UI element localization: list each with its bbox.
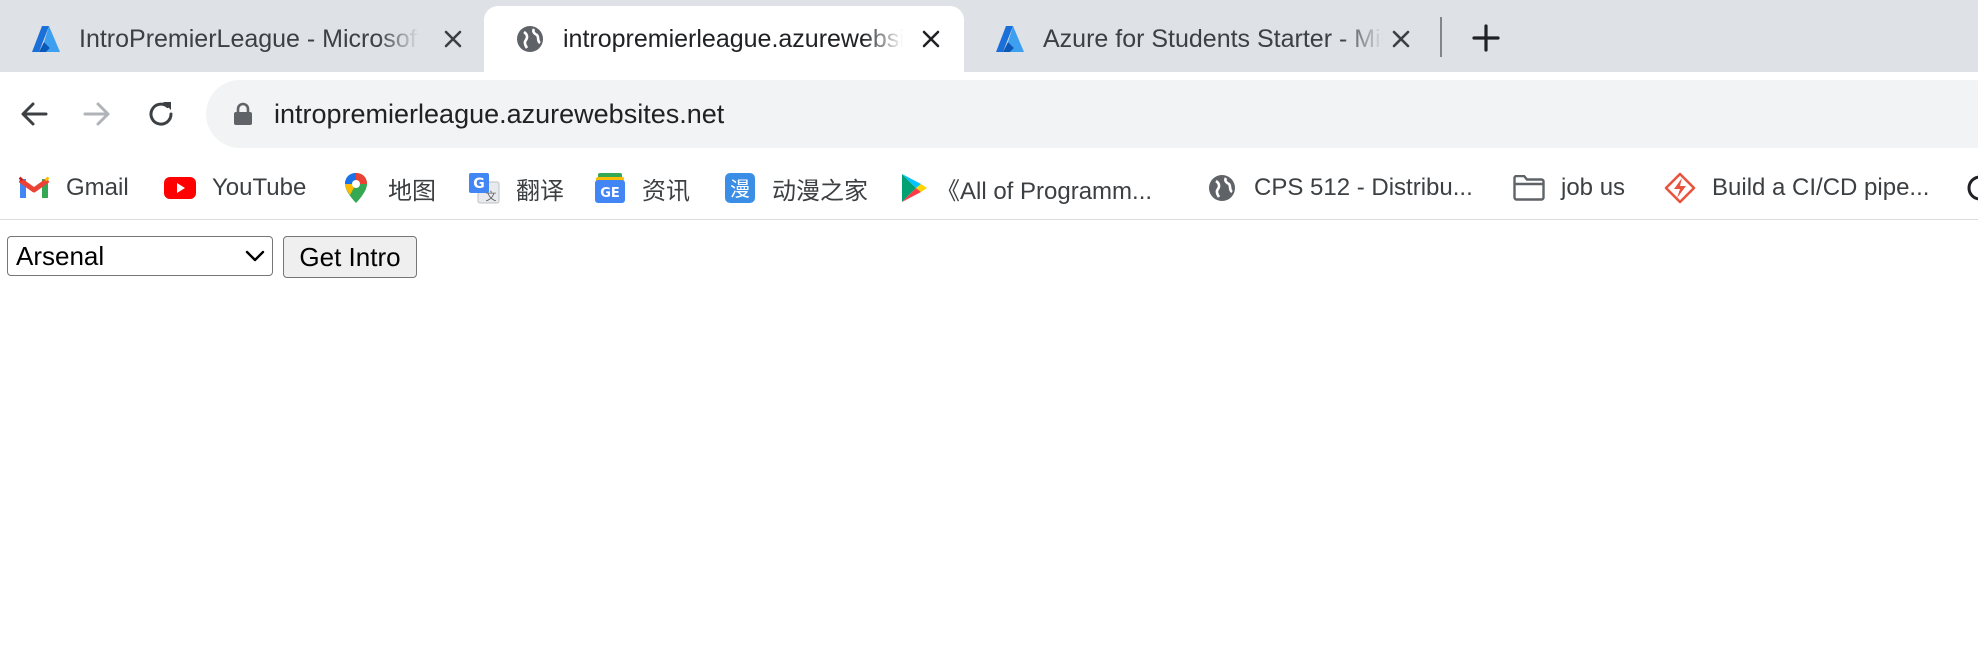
- folder-icon: [1513, 172, 1545, 204]
- get-intro-button[interactable]: Get Intro: [283, 236, 417, 278]
- team-select-value: Arsenal: [16, 241, 105, 271]
- bookmark-youtube[interactable]: YouTube: [164, 170, 306, 206]
- manga-icon: 漫: [724, 172, 756, 204]
- tab-title: Azure for Students Starter - Microsoft A…: [1043, 24, 1383, 53]
- close-tab-icon[interactable]: [916, 24, 946, 54]
- tab-title: IntroPremierLeague - Microsoft Azure: [79, 24, 419, 53]
- svg-text:漫: 漫: [730, 177, 750, 201]
- tab-azure-students[interactable]: Azure for Students Starter - Microsoft A…: [964, 6, 1440, 72]
- close-tab-icon[interactable]: [438, 24, 468, 54]
- play-store-icon: [898, 172, 930, 204]
- globe-icon: [1206, 172, 1238, 204]
- page-content: Arsenal Get Intro: [0, 220, 1978, 666]
- forward-button[interactable]: [77, 94, 117, 134]
- new-tab-button[interactable]: [1468, 20, 1504, 56]
- gmail-icon: [18, 172, 50, 204]
- tab-separator: [1440, 17, 1442, 57]
- lightning-icon: [1664, 172, 1696, 204]
- news-icon: GE: [594, 172, 626, 204]
- translate-icon: G 文: [468, 172, 500, 204]
- github-icon: [1964, 172, 1978, 204]
- bookmark-gmail[interactable]: Gmail: [18, 170, 129, 206]
- maps-pin-icon: [340, 172, 372, 204]
- bookmarks-bar: Gmail YouTube 地图 G 文 翻译 GE 资讯 漫 动漫之家 《Al…: [0, 156, 1978, 220]
- bookmark-cps-512[interactable]: CPS 512 - Distribu...: [1206, 170, 1473, 206]
- bookmark-maps[interactable]: 地图: [340, 170, 436, 206]
- svg-text:GE: GE: [600, 186, 620, 201]
- url-text[interactable]: intropremierleague.azurewebsites.net: [274, 80, 724, 148]
- arrow-right-icon: [83, 102, 110, 126]
- svg-text:文: 文: [486, 189, 497, 203]
- bookmark-news[interactable]: GE 资讯: [594, 170, 690, 206]
- bookmark-folder-job-us[interactable]: job us: [1513, 170, 1625, 206]
- team-select[interactable]: Arsenal: [7, 236, 273, 276]
- bookmark-all-of-programming[interactable]: 《All of Programm...: [898, 170, 1152, 206]
- tab-intropremierleague-azure[interactable]: IntroPremierLeague - Microsoft Azure: [0, 6, 484, 72]
- arrow-left-icon: [21, 102, 48, 126]
- bookmark-manga[interactable]: 漫 动漫之家: [724, 170, 868, 206]
- bookmark-translate[interactable]: G 文 翻译: [468, 170, 564, 206]
- svg-text:G: G: [473, 176, 485, 192]
- youtube-icon: [164, 172, 196, 204]
- globe-icon: [514, 23, 546, 55]
- address-bar[interactable]: intropremierleague.azurewebsites.net: [206, 80, 1978, 148]
- reload-button[interactable]: [141, 94, 181, 134]
- azure-icon: [30, 23, 62, 55]
- plus-icon: [1472, 24, 1500, 52]
- back-button[interactable]: [14, 94, 54, 134]
- browser-toolbar: intropremierleague.azurewebsites.net: [0, 72, 1978, 156]
- tab-intropremierleague-site[interactable]: intropremierleague.azurewebsites.net: [484, 6, 964, 72]
- reload-icon: [149, 102, 173, 126]
- bookmark-overflow[interactable]: [1964, 170, 1978, 206]
- lock-icon[interactable]: [232, 102, 254, 126]
- tab-strip: IntroPremierLeague - Microsoft Azure int…: [0, 0, 1978, 72]
- chevron-down-icon: [245, 250, 265, 262]
- bookmark-build-ci-cd[interactable]: Build a CI/CD pipe...: [1664, 170, 1929, 206]
- close-tab-icon[interactable]: [1386, 24, 1416, 54]
- tab-title: intropremierleague.azurewebsites.net: [563, 24, 903, 53]
- azure-icon: [994, 23, 1026, 55]
